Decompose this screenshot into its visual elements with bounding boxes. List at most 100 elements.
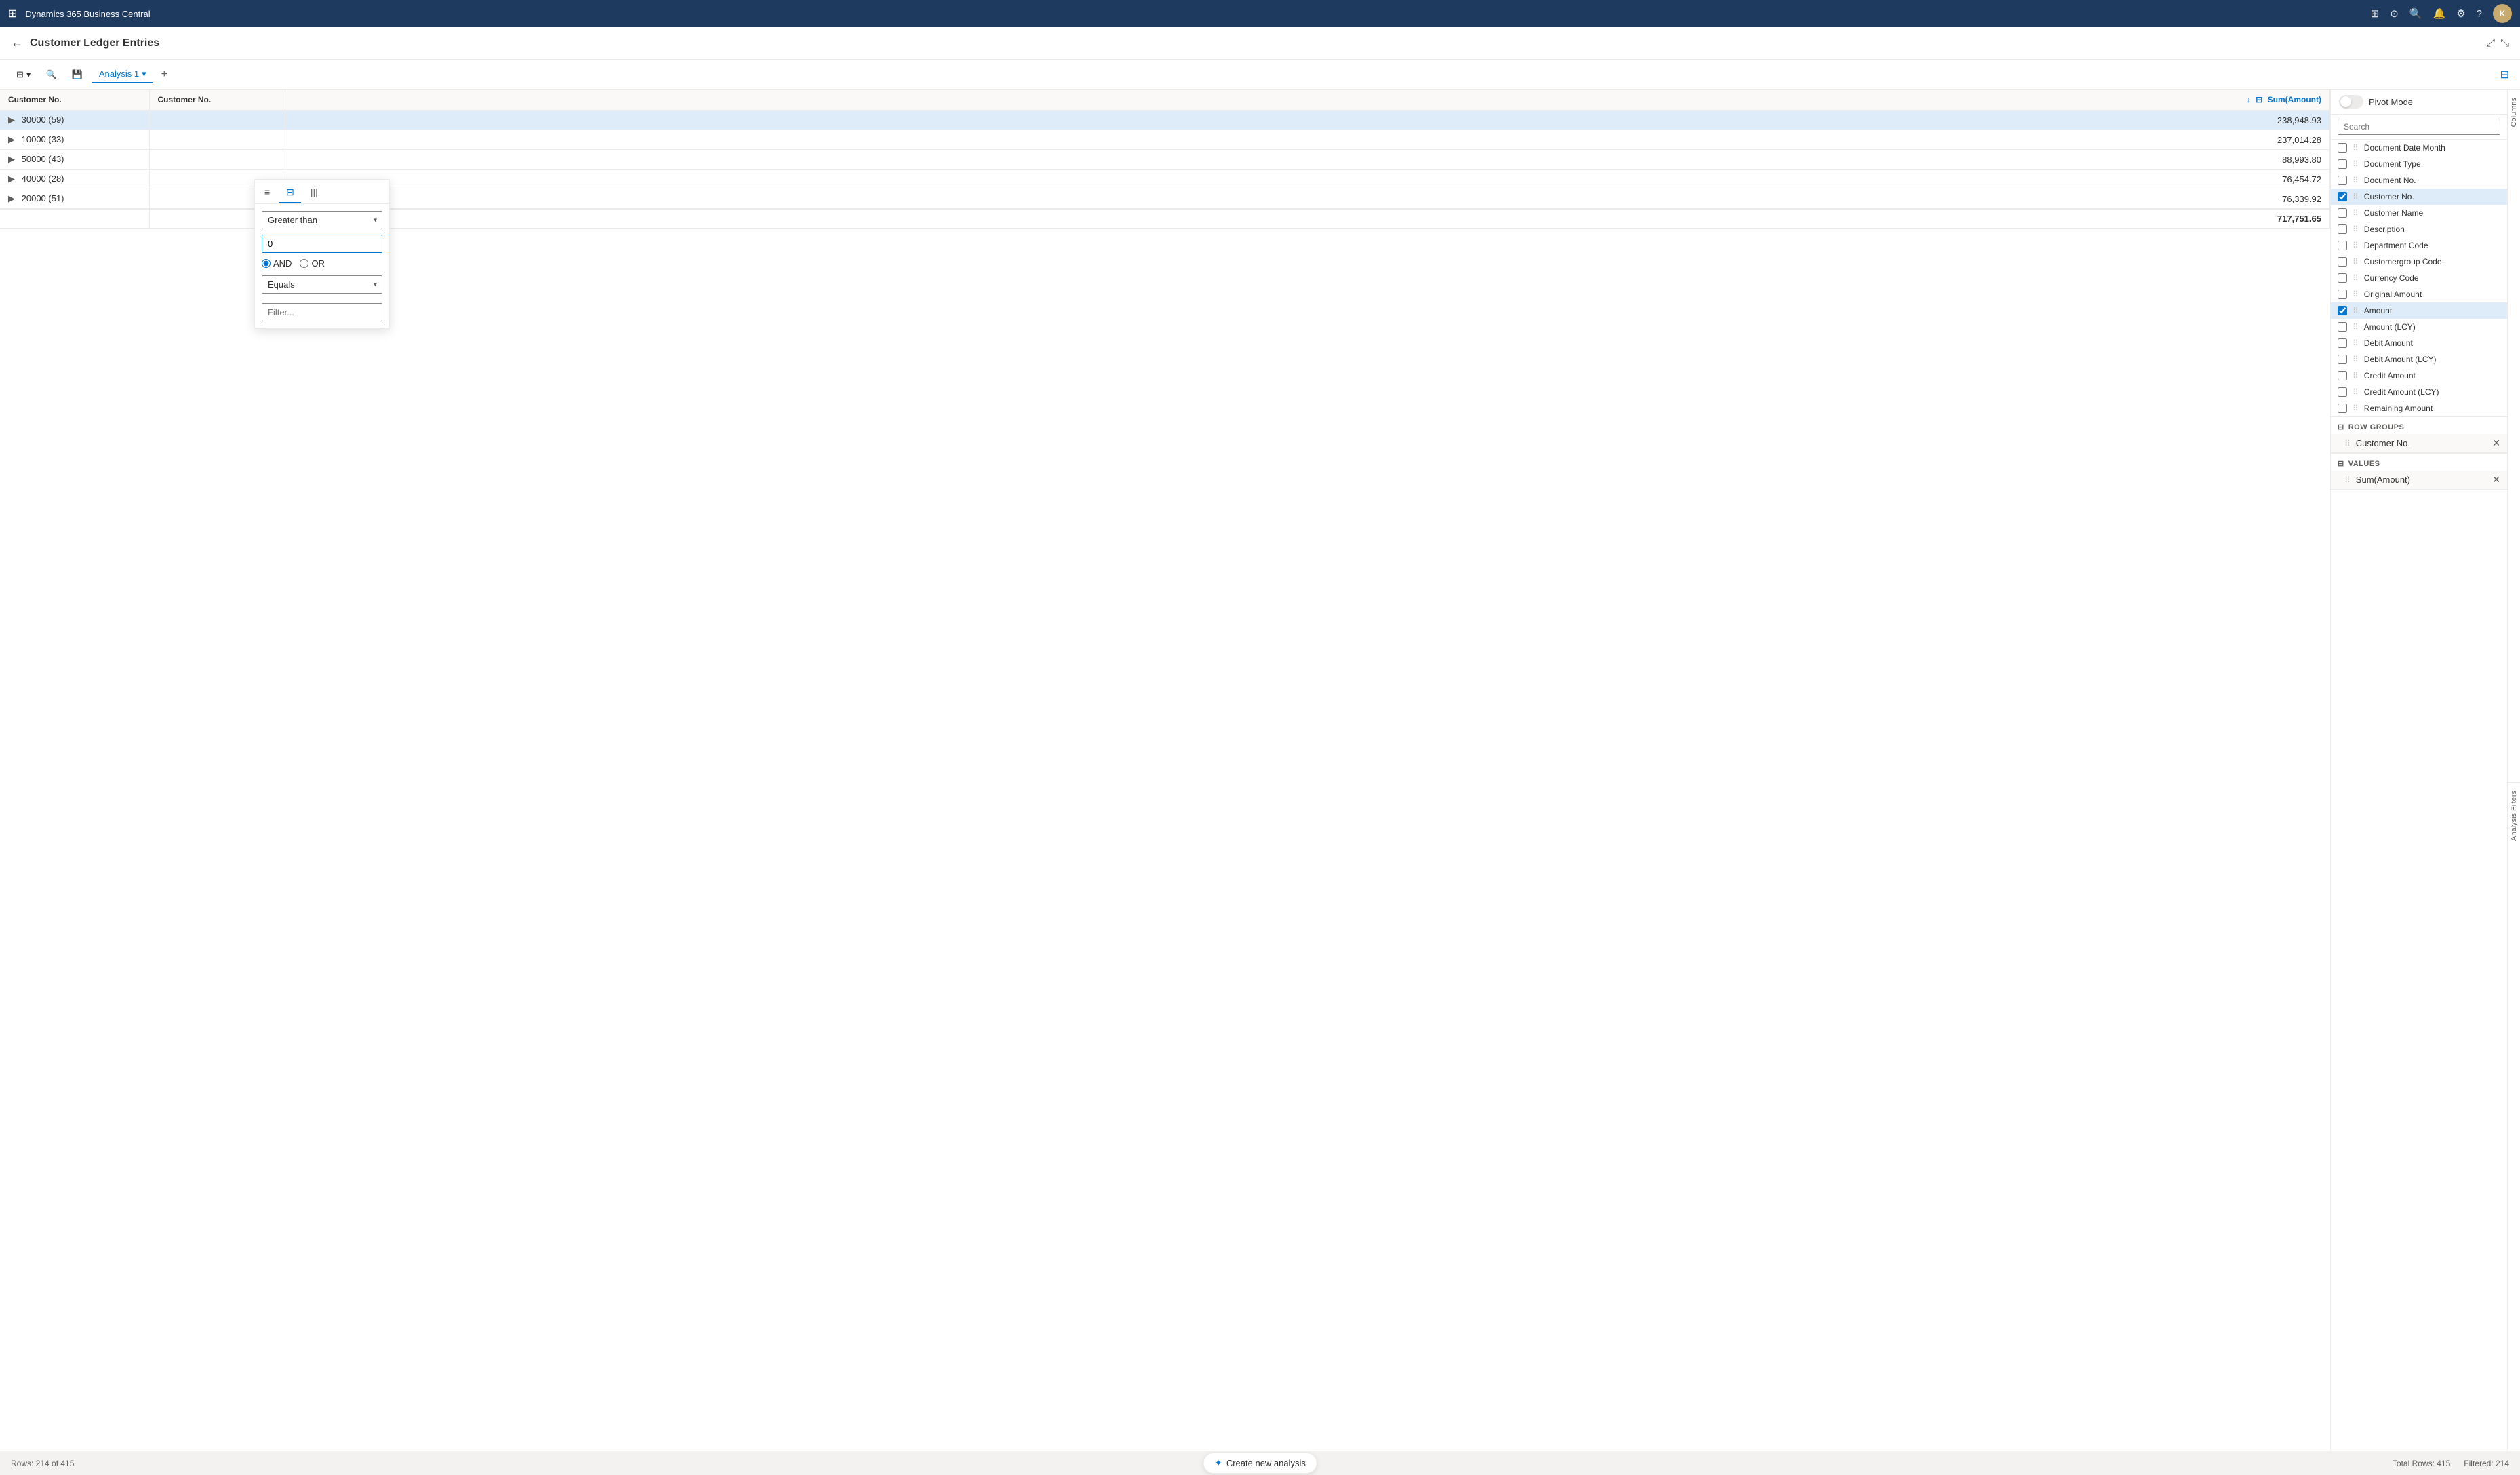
app-title: Dynamics 365 Business Central xyxy=(25,9,2362,19)
filter-value1-input[interactable] xyxy=(262,235,382,253)
col-header-customer-no2[interactable]: Customer No. xyxy=(149,90,285,111)
remove-value-button[interactable]: ✕ xyxy=(2492,474,2500,486)
collapse-icon[interactable]: ⤡ xyxy=(2500,37,2509,50)
col-checkbox[interactable] xyxy=(2338,176,2347,185)
col-checkbox[interactable] xyxy=(2338,371,2347,380)
row-expand-icon[interactable]: ▶ xyxy=(8,115,15,125)
toggle-knob xyxy=(2340,96,2351,107)
main-area: Customer No. Customer No. ↓ ⊟ Sum(Amount… xyxy=(0,90,2520,1475)
col-header-customer-no1[interactable]: Customer No. xyxy=(0,90,149,111)
popout-icon[interactable]: ⤢ xyxy=(2486,37,2495,50)
list-item[interactable]: ⠿ Credit Amount xyxy=(2331,368,2507,384)
analysis-filters-side-tab[interactable]: Analysis Filters xyxy=(2508,788,2520,844)
list-item[interactable]: ⠿ Document Type xyxy=(2331,156,2507,172)
value-item[interactable]: ⠿ Sum(Amount) ✕ xyxy=(2331,471,2507,490)
save-button[interactable]: 💾 xyxy=(66,66,88,83)
filtered-label: Filtered: 214 xyxy=(2464,1459,2509,1468)
list-item[interactable]: ⠿ Description xyxy=(2331,221,2507,237)
row-expand-icon[interactable]: ▶ xyxy=(8,174,15,184)
list-item[interactable]: ⠿ Currency Code xyxy=(2331,270,2507,286)
filter-tab-list[interactable]: ≡ xyxy=(258,182,277,203)
columns-search-input[interactable] xyxy=(2338,119,2500,135)
col-header-sum-amount[interactable]: ↓ ⊟ Sum(Amount) xyxy=(285,90,2330,111)
col-checkbox[interactable] xyxy=(2338,355,2347,364)
drag-handle-icon: ⠿ xyxy=(2353,192,2359,201)
list-item[interactable]: ⠿ Document Date Month xyxy=(2331,140,2507,156)
filter-icon[interactable]: ⊟ xyxy=(2500,69,2509,81)
filter-popup-tabs: ≡ ⊟ ||| xyxy=(255,180,389,204)
col-checkbox[interactable] xyxy=(2338,241,2347,250)
back-button[interactable]: ← xyxy=(11,36,23,50)
avatar[interactable]: K xyxy=(2493,4,2512,23)
list-item[interactable]: ⠿ Debit Amount xyxy=(2331,335,2507,351)
add-tab-button[interactable]: + xyxy=(157,66,172,83)
col-checkbox[interactable] xyxy=(2338,257,2347,267)
list-item[interactable]: ⠿ Credit Amount (LCY) xyxy=(2331,384,2507,400)
list-item[interactable]: ⠿ Amount xyxy=(2331,302,2507,319)
save-icon: 💾 xyxy=(72,69,83,80)
view-button[interactable]: ⊞ ▾ xyxy=(11,66,36,83)
row-expand-icon[interactable]: ▶ xyxy=(8,134,15,144)
list-item[interactable]: ⠿ Remaining Amount xyxy=(2331,400,2507,416)
col-checkbox[interactable] xyxy=(2338,224,2347,234)
filter-operator1-select[interactable]: Greater than Equals Not Equals Less than… xyxy=(262,211,382,229)
col-checkbox[interactable] xyxy=(2338,404,2347,413)
columns-list: ⠿ Document Date Month ⠿ Document Type ⠿ … xyxy=(2331,140,2507,1475)
row-expand-icon[interactable]: ▶ xyxy=(8,154,15,164)
drag-handle-icon: ⠿ xyxy=(2344,439,2351,448)
search-icon[interactable]: 🔍 xyxy=(2409,7,2422,20)
values-header: ⊟ Values xyxy=(2331,453,2507,471)
grid-icon[interactable]: ⊞ xyxy=(2371,7,2380,20)
list-item[interactable]: ⠿ Customergroup Code xyxy=(2331,254,2507,270)
col-checkbox[interactable] xyxy=(2338,273,2347,283)
col-checkbox[interactable] xyxy=(2338,290,2347,299)
data-area: Customer No. Customer No. ↓ ⊟ Sum(Amount… xyxy=(0,90,2330,1475)
question-icon[interactable]: ? xyxy=(2477,8,2482,20)
pivot-label: Pivot Mode xyxy=(2369,97,2413,107)
col-checkbox[interactable] xyxy=(2338,208,2347,218)
list-item[interactable]: ⠿ Customer No. xyxy=(2331,189,2507,205)
filter-value2-input[interactable] xyxy=(262,303,382,321)
list-item[interactable]: ⠿ Document No. xyxy=(2331,172,2507,189)
filter-or-radio[interactable] xyxy=(300,259,308,268)
bell-icon[interactable]: 🔔 xyxy=(2433,7,2446,20)
columns-side-tab[interactable]: Columns xyxy=(2508,95,2520,130)
table-row[interactable]: ▶ 10000 (33) 237,014.28 xyxy=(0,130,2330,150)
row-expand-icon[interactable]: ▶ xyxy=(8,193,15,203)
list-item[interactable]: ⠿ Customer Name xyxy=(2331,205,2507,221)
drag-handle-icon: ⠿ xyxy=(2353,355,2359,364)
filter-or-label[interactable]: OR xyxy=(300,258,325,269)
col-checkbox[interactable] xyxy=(2338,159,2347,169)
page-header: ← Customer Ledger Entries ⤢ ⤡ xyxy=(0,27,2520,60)
row-groups-icon: ⊟ xyxy=(2338,422,2344,431)
settings-icon[interactable]: ⚙ xyxy=(2456,7,2465,20)
create-new-analysis-button[interactable]: ✦ Create new analysis xyxy=(1203,1453,1317,1474)
col-checkbox[interactable] xyxy=(2338,338,2347,348)
filter-operator2-select[interactable]: Equals Not Equals Greater than Less than xyxy=(262,275,382,294)
filter-tab-columns[interactable]: ||| xyxy=(304,182,325,203)
col-checkbox[interactable] xyxy=(2338,322,2347,332)
tab-analysis1[interactable]: Analysis 1 ▾ xyxy=(92,66,153,83)
table-row[interactable]: ▶ 30000 (59) 238,948.93 xyxy=(0,111,2330,130)
help-circle-icon[interactable]: ⊙ xyxy=(2390,7,2399,20)
search-icon: 🔍 xyxy=(45,69,56,80)
col-checkbox[interactable] xyxy=(2338,306,2347,315)
filter-tab-filter[interactable]: ⊟ xyxy=(279,182,301,203)
topbar-icons: ⊞ ⊙ 🔍 🔔 ⚙ ? K xyxy=(2371,4,2512,23)
col-checkbox[interactable] xyxy=(2338,192,2347,201)
pivot-toggle[interactable] xyxy=(2339,95,2363,109)
col-checkbox[interactable] xyxy=(2338,387,2347,397)
list-item[interactable]: ⠿ Original Amount xyxy=(2331,286,2507,302)
topbar: ⊞ Dynamics 365 Business Central ⊞ ⊙ 🔍 🔔 … xyxy=(0,0,2520,27)
drag-handle-icon: ⠿ xyxy=(2353,241,2359,250)
list-item[interactable]: ⠿ Department Code xyxy=(2331,237,2507,254)
filter-and-radio[interactable] xyxy=(262,259,271,268)
row-group-item[interactable]: ⠿ Customer No. ✕ xyxy=(2331,434,2507,453)
search-button[interactable]: 🔍 xyxy=(40,66,62,83)
list-item[interactable]: ⠿ Amount (LCY) xyxy=(2331,319,2507,335)
remove-row-group-button[interactable]: ✕ xyxy=(2492,437,2500,449)
col-checkbox[interactable] xyxy=(2338,143,2347,153)
table-row[interactable]: ▶ 50000 (43) 88,993.80 xyxy=(0,150,2330,170)
filter-and-label[interactable]: AND xyxy=(262,258,292,269)
list-item[interactable]: ⠿ Debit Amount (LCY) xyxy=(2331,351,2507,368)
